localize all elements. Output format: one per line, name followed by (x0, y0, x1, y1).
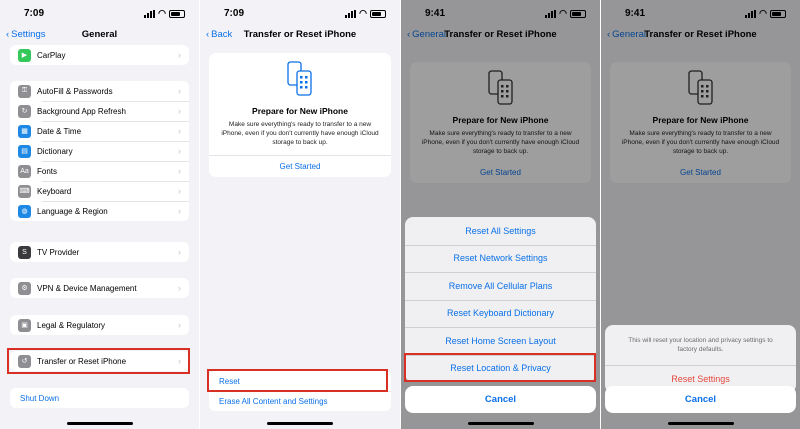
cancel-button[interactable]: Cancel (405, 386, 596, 413)
chevron-right-icon: › (178, 106, 181, 116)
book-icon: ▤ (18, 144, 31, 158)
refresh-icon: ↻ (18, 104, 31, 118)
globe-icon: ◍ (18, 204, 31, 218)
status-bar: 7:09 ◠ (0, 0, 199, 26)
settings-row-tv-provider[interactable]: S TV Provider › (10, 242, 189, 262)
settings-group: ⚿ AutoFill & Passwords › ↻ Background App Re… (10, 81, 189, 221)
calendar-icon: ▦ (18, 124, 31, 138)
nav-bar: ‹ Settings General (0, 27, 199, 43)
cancel-button[interactable]: Cancel (605, 386, 796, 413)
general-settings-screen: 7:09 ◠ ‹ Settings General ▶ CarPlay › ⚿ Aut… (0, 0, 199, 429)
option-reset-home-screen-layout[interactable]: Reset Home Screen Layout (405, 327, 596, 355)
settings-row-legal-regulatory[interactable]: ▣ Legal & Regulatory › (10, 315, 189, 335)
signal-icon (345, 9, 357, 18)
option-reset-keyboard-dictionary[interactable]: Reset Keyboard Dictionary (405, 299, 596, 328)
settings-group: ⚙ VPN & Device Management › (10, 278, 189, 298)
confirm-action-sheet: This will reset your location and privac… (605, 325, 796, 393)
settings-row-label: Legal & Regulatory (37, 320, 106, 330)
key-icon: ⚿ (18, 84, 31, 98)
settings-row-fonts[interactable]: Aa Fonts › (10, 161, 189, 181)
gear-icon: ⚙ (18, 281, 31, 295)
settings-row-dictionary[interactable]: ▤ Dictionary › (10, 141, 189, 161)
home-indicator (267, 422, 333, 425)
status-time: 7:09 (24, 8, 45, 19)
wifi-icon: ◠ (158, 8, 166, 18)
settings-row-label: Background App Refresh (37, 106, 126, 116)
chevron-right-icon: › (178, 86, 181, 96)
option-reset-all-settings[interactable]: Reset All Settings (405, 217, 596, 245)
chevron-right-icon: › (178, 146, 181, 156)
get-started-button[interactable]: Get Started (209, 156, 391, 177)
chevron-right-icon: › (178, 206, 181, 216)
chevron-right-icon: › (178, 126, 181, 136)
settings-group: S TV Provider › (10, 242, 189, 262)
settings-row-keyboard[interactable]: ⌨ Keyboard › (10, 181, 189, 201)
settings-group: Shut Down (10, 388, 189, 408)
settings-row-label: Fonts (37, 166, 58, 176)
carplay-icon: ▶ (18, 48, 31, 62)
page-title: Transfer or Reset iPhone (243, 29, 357, 40)
option-reset-network-settings[interactable]: Reset Network Settings (405, 244, 596, 273)
chevron-right-icon: › (178, 186, 181, 196)
legal-icon: ▣ (18, 318, 31, 332)
settings-row-autofill-passwords[interactable]: ⚿ AutoFill & Passwords › (10, 81, 189, 101)
settings-row-date-time[interactable]: ▦ Date & Time › (10, 121, 189, 141)
prepare-card: Prepare for New iPhone Make sure everyth… (209, 53, 391, 177)
home-indicator (467, 422, 534, 425)
transfer-phones-icon (287, 61, 312, 96)
settings-row-label: Dictionary (37, 146, 73, 156)
settings-row-label: Keyboard (37, 186, 72, 196)
settings-row-background-app-refresh[interactable]: ↻ Background App Refresh › (10, 101, 189, 121)
page-title: General (81, 29, 118, 40)
status-bar: 7:09 ◠ (200, 0, 400, 26)
settings-group: ▶ CarPlay › (10, 45, 189, 65)
erase-all-button[interactable]: Erase All Content and Settings (209, 391, 391, 411)
shut-down-button[interactable]: Shut Down (10, 388, 189, 408)
highlight-box (7, 348, 190, 374)
chevron-right-icon: › (178, 283, 181, 293)
nav-bar: ‹ Back Transfer or Reset iPhone (200, 27, 400, 43)
highlight-box (207, 369, 388, 392)
settings-row-label: Language & Region (37, 206, 108, 216)
reset-options-screen: 9:41 ◠ ‹ General Transfer or Reset iPhon… (401, 0, 600, 429)
settings-row-label: CarPlay (37, 50, 66, 60)
battery-icon (370, 9, 386, 18)
settings-row-vpn-device-management[interactable]: ⚙ VPN & Device Management › (10, 278, 189, 298)
keyboard-icon: ⌨ (18, 184, 31, 198)
option-remove-all-cellular-plans[interactable]: Remove All Cellular Plans (405, 272, 596, 300)
settings-row-label: TV Provider (37, 247, 80, 257)
settings-row-language-region[interactable]: ◍ Language & Region › (10, 201, 189, 221)
chevron-right-icon: › (178, 320, 181, 330)
transfer-reset-screen: 7:09 ◠ ‹ Back Transfer or Reset iPhone P… (200, 0, 400, 429)
signal-icon (144, 9, 156, 18)
highlight-box (404, 353, 596, 382)
home-indicator (66, 422, 133, 425)
chevron-right-icon: › (178, 166, 181, 176)
settings-row-label: Date & Time (37, 126, 82, 136)
settings-group: ▣ Legal & Regulatory › (10, 315, 189, 335)
home-indicator (667, 422, 734, 425)
reset-confirm-screen: 9:41 ◠ ‹ General Transfer or Reset iPhon… (601, 0, 800, 429)
card-title: Prepare for New iPhone (252, 106, 348, 116)
wifi-icon: ◠ (359, 8, 367, 18)
chevron-right-icon: › (178, 50, 181, 60)
tv-provider-icon: S (18, 245, 31, 259)
chevron-right-icon: › (178, 247, 181, 257)
settings-row-label: AutoFill & Passwords (37, 86, 113, 96)
settings-row-carplay[interactable]: ▶ CarPlay › (10, 45, 189, 65)
fonts-icon: Aa (18, 164, 31, 178)
battery-icon (169, 9, 185, 18)
card-description: Make sure everything's ready to transfer… (221, 121, 379, 146)
settings-row-label: VPN & Device Management (37, 283, 137, 293)
confirm-message: This will reset your location and privac… (628, 337, 773, 353)
status-time: 7:09 (224, 8, 245, 19)
